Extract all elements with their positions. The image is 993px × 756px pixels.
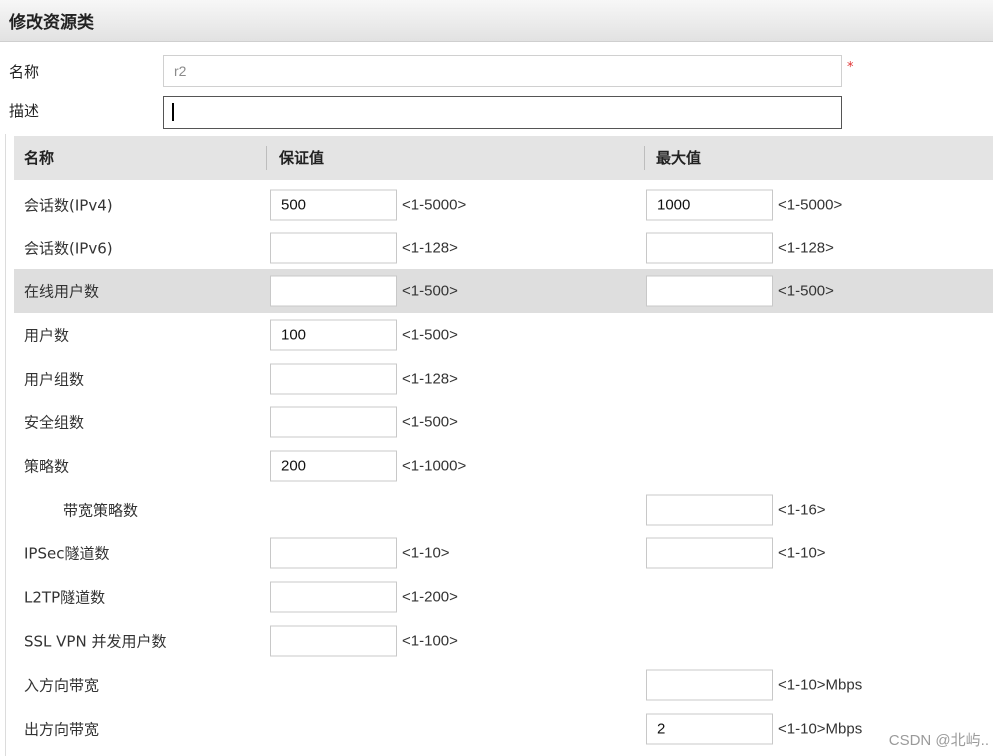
header-name: 名称 <box>24 149 55 167</box>
guaranteed-range: <1-128> <box>402 370 458 388</box>
row-name: 用户组数 <box>24 370 85 389</box>
table-row: 安全组数 <1-500> <box>14 400 993 444</box>
guaranteed-input[interactable] <box>270 625 397 657</box>
description-label: 描述 <box>9 102 40 120</box>
table-row: 用户组数 <1-128> <box>14 357 993 401</box>
guaranteed-input[interactable] <box>270 581 397 613</box>
guaranteed-range: <1-500> <box>402 282 458 300</box>
max-range: <1-128> <box>778 239 834 257</box>
header-guaranteed: 保证值 <box>279 149 325 167</box>
table-row: 策略数 <1-1000> <box>14 444 993 488</box>
guaranteed-input[interactable] <box>270 363 397 395</box>
row-name: SSL VPN 并发用户数 <box>24 632 167 651</box>
row-name: IPSec隧道数 <box>24 544 110 563</box>
max-input[interactable] <box>646 494 773 526</box>
header-max: 最大值 <box>656 149 702 167</box>
guaranteed-range: <1-1000> <box>402 457 467 475</box>
table-row: SSL VPN 并发用户数 <1-100> <box>14 619 993 663</box>
table-row: 在线用户数 <1-500> <1-500> <box>14 269 993 313</box>
watermark: CSDN @北屿.. <box>888 732 989 749</box>
max-input[interactable] <box>646 669 773 701</box>
name-label: 名称 <box>9 63 40 81</box>
row-name: 出方向带宽 <box>24 720 100 739</box>
description-field[interactable] <box>163 96 842 129</box>
row-name: 安全组数 <box>24 413 85 432</box>
row-name: 会话数(IPv4) <box>24 196 113 215</box>
guaranteed-range: <1-128> <box>402 239 458 257</box>
max-range: <1-500> <box>778 282 834 300</box>
max-range: <1-10>Mbps <box>778 676 863 694</box>
guaranteed-range: <1-100> <box>402 632 458 650</box>
guaranteed-range: <1-500> <box>402 326 458 344</box>
table-header <box>14 136 993 180</box>
max-range: <1-16> <box>778 501 826 519</box>
header-divider <box>644 146 645 170</box>
guaranteed-input[interactable] <box>270 232 397 264</box>
header-divider <box>266 146 267 170</box>
dialog-title: 修改资源类 <box>9 13 94 33</box>
table-row: 用户数 <1-500> <box>14 313 993 357</box>
guaranteed-input[interactable] <box>270 189 397 221</box>
table-row: L2TP隧道数 <1-200> <box>14 575 993 619</box>
max-input[interactable] <box>646 537 773 569</box>
max-input[interactable] <box>646 275 773 307</box>
table-row: 会话数(IPv6) <1-128> <1-128> <box>14 226 993 270</box>
guaranteed-input[interactable] <box>270 537 397 569</box>
guaranteed-input[interactable] <box>270 406 397 438</box>
max-range: <1-10> <box>778 544 826 562</box>
max-input[interactable] <box>646 189 773 221</box>
max-input[interactable] <box>646 232 773 264</box>
guaranteed-range: <1-500> <box>402 413 458 431</box>
row-name: 入方向带宽 <box>24 676 100 695</box>
row-name: 在线用户数 <box>24 282 100 301</box>
row-name: 用户数 <box>24 326 70 345</box>
table-row: IPSec隧道数 <1-10> <1-10> <box>14 531 993 575</box>
guaranteed-range: <1-200> <box>402 588 458 606</box>
guaranteed-range: <1-5000> <box>402 196 467 214</box>
guaranteed-input[interactable] <box>270 319 397 351</box>
text-caret <box>172 103 174 121</box>
required-mark: * <box>847 60 854 75</box>
row-name: 会话数(IPv6) <box>24 239 113 258</box>
max-range: <1-10>Mbps <box>778 720 863 738</box>
table-row: 出方向带宽 <1-10>Mbps <box>14 707 993 751</box>
row-name: 带宽策略数 <box>63 501 139 520</box>
dialog-title-bar: 修改资源类 <box>0 0 993 42</box>
guaranteed-range: <1-10> <box>402 544 450 562</box>
row-name: L2TP隧道数 <box>24 588 106 607</box>
guaranteed-input[interactable] <box>270 275 397 307</box>
row-name: 策略数 <box>24 457 70 476</box>
max-input[interactable] <box>646 713 773 745</box>
table-row: 入方向带宽 <1-10>Mbps <box>14 663 993 707</box>
table-row: 带宽策略数 <1-16> <box>14 488 993 532</box>
name-field[interactable] <box>163 55 842 87</box>
max-range: <1-5000> <box>778 196 843 214</box>
guaranteed-input[interactable] <box>270 450 397 482</box>
table-row: 会话数(IPv4) <1-5000> <1-5000> <box>14 183 993 227</box>
